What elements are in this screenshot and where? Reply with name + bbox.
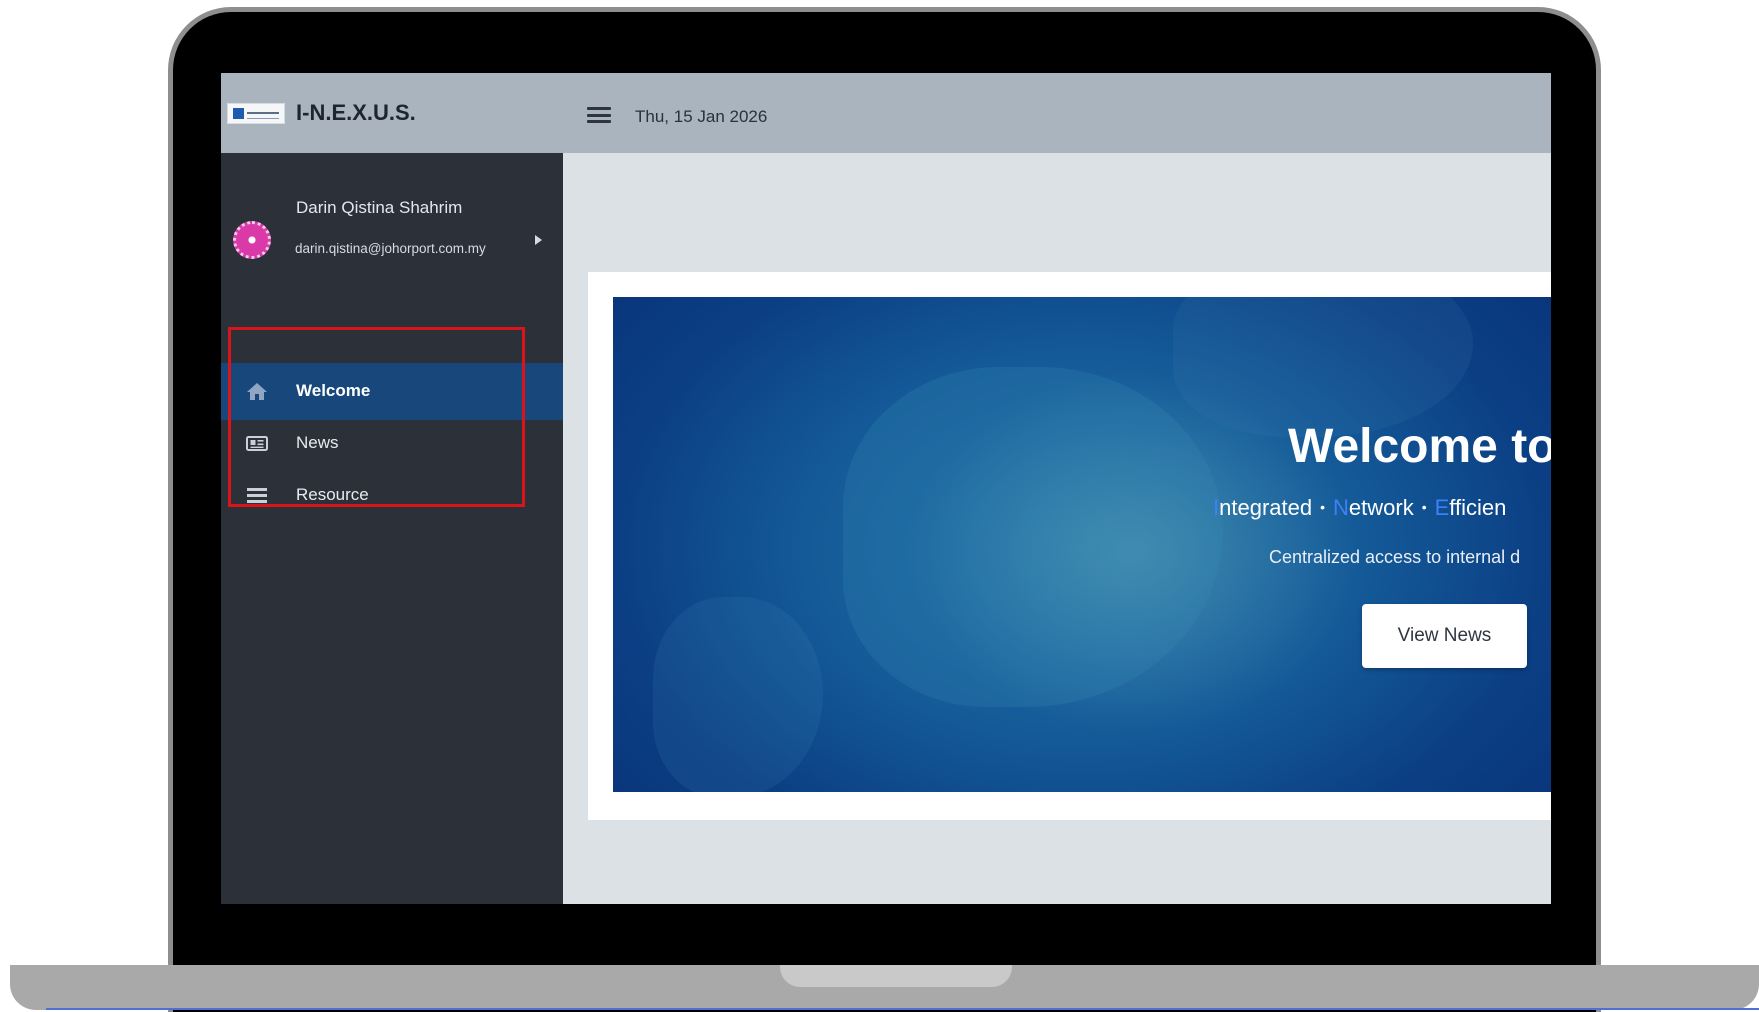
tagline-word: fficien bbox=[1449, 495, 1507, 520]
top-bar: I-N.E.X.U.S. Thu, 15 Jan 2026 bbox=[221, 73, 1551, 153]
laptop-base bbox=[10, 965, 1759, 1010]
globe-continent-shape bbox=[653, 597, 823, 792]
tagline-word: etwork bbox=[1348, 495, 1414, 520]
tagline-separator: • bbox=[1320, 499, 1325, 515]
sidebar-item-resource[interactable]: Resource bbox=[221, 467, 563, 524]
hamburger-line bbox=[587, 113, 611, 117]
hero-description: Centralized access to internal d bbox=[1269, 547, 1521, 567]
app-screen: I-N.E.X.U.S. Thu, 15 Jan 2026 Darin Qist… bbox=[221, 73, 1551, 904]
app-logo[interactable] bbox=[227, 103, 285, 124]
app-title[interactable]: I-N.E.X.U.S. bbox=[296, 100, 416, 126]
list-icon bbox=[247, 488, 267, 503]
newspaper-icon bbox=[246, 436, 268, 451]
user-email: darin.qistina@johorport.com.my bbox=[295, 241, 486, 256]
hero-title: Welcome to bbox=[1288, 420, 1551, 473]
tagline-word: ntegrated bbox=[1219, 495, 1313, 520]
tagline-initial: N bbox=[1333, 495, 1349, 520]
sidebar-item-label: News bbox=[296, 433, 339, 452]
current-date: Thu, 15 Jan 2026 bbox=[635, 107, 768, 126]
logo-mark bbox=[233, 108, 244, 119]
home-icon bbox=[247, 383, 267, 400]
caret-right-icon[interactable] bbox=[535, 235, 542, 245]
logo-wordmark bbox=[247, 112, 279, 119]
sidebar-item-label: Resource bbox=[296, 485, 369, 504]
tagline-separator: • bbox=[1421, 499, 1427, 515]
view-news-button[interactable]: View News bbox=[1362, 604, 1527, 668]
sidebar-item-news[interactable]: News bbox=[221, 415, 563, 472]
user-name: Darin Qistina Shahrim bbox=[296, 198, 463, 217]
tagline-initial: E bbox=[1434, 495, 1450, 520]
hamburger-line bbox=[587, 120, 611, 123]
welcome-card: Welcome to Integrated • Network • Efficien C… bbox=[588, 272, 1551, 820]
hero-tagline: Integrated • Network • Efficien bbox=[1213, 495, 1506, 521]
welcome-hero-banner: Welcome to Integrated • Network • Efficien C… bbox=[613, 297, 1551, 792]
hamburger-line bbox=[587, 107, 611, 110]
globe-continent-shape bbox=[843, 367, 1223, 707]
globe-continent-shape bbox=[1173, 297, 1473, 437]
sidebar-item-label: Welcome bbox=[296, 381, 371, 400]
sidebar-item-welcome[interactable]: Welcome bbox=[221, 363, 563, 420]
sidebar: Darin Qistina Shahrim darin.qistina@joho… bbox=[221, 153, 563, 904]
laptop-notch bbox=[780, 965, 1012, 987]
user-avatar[interactable] bbox=[233, 221, 271, 259]
hamburger-menu-icon[interactable] bbox=[587, 107, 611, 123]
